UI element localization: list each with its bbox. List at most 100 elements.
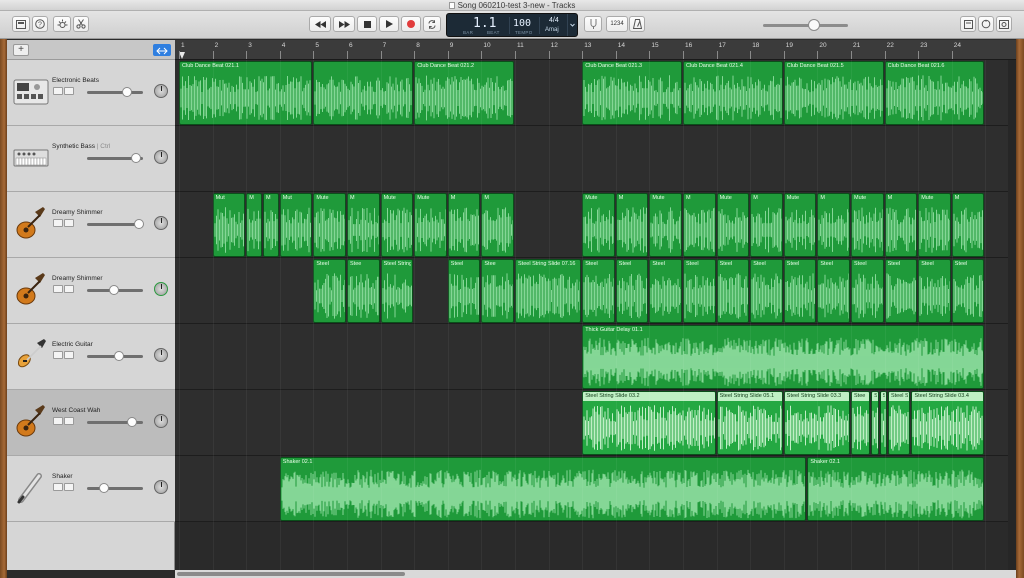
audio-region[interactable]: Steel	[750, 259, 783, 323]
audio-region[interactable]: Mute	[313, 193, 346, 257]
audio-region[interactable]: Steel	[313, 259, 346, 323]
pan-knob[interactable]	[154, 348, 168, 362]
pan-knob[interactable]	[154, 84, 168, 98]
track-volume-knob[interactable]	[122, 87, 133, 97]
track-volume-knob[interactable]	[108, 285, 119, 295]
mute-button[interactable]	[53, 483, 63, 491]
audio-region[interactable]: Mute	[649, 193, 682, 257]
audio-region[interactable]: M	[884, 193, 918, 257]
pan-knob[interactable]	[154, 216, 168, 230]
track-header-dreamy-shimmer-2[interactable]: Dreamy Shimmer	[7, 258, 175, 324]
master-volume-knob[interactable]	[808, 19, 820, 31]
audio-region[interactable]: Club Dance Beat 021.6	[884, 61, 985, 125]
headphones-solo-button[interactable]	[64, 483, 74, 491]
audio-region[interactable]: M	[817, 193, 850, 257]
audio-region[interactable]: Steel	[783, 259, 817, 323]
track-header-electric-guitar[interactable]: Electric Guitar	[7, 324, 175, 390]
audio-region[interactable]: Steel	[683, 259, 716, 323]
audio-region[interactable]: Steel	[884, 259, 918, 323]
horizontal-scrollbar[interactable]	[175, 570, 1016, 578]
audio-region[interactable]: M	[750, 193, 783, 257]
audio-region[interactable]: M	[347, 193, 380, 257]
headphones-solo-button[interactable]	[64, 351, 74, 359]
timeline-ruler[interactable]: 1 2 3 4 5 6 7 8 9 10 11 12 13 14 15 16 17 18 19 20 21 22 23 24	[175, 40, 1016, 60]
rewind-button[interactable]	[309, 16, 331, 32]
audio-region[interactable]: Mute	[582, 193, 615, 257]
audio-region[interactable]: Steel	[615, 259, 649, 323]
track-volume-knob[interactable]	[114, 351, 125, 361]
help-button[interactable]: ?	[32, 16, 48, 32]
audio-region[interactable]: Club Dance Beat 021.2	[414, 61, 514, 125]
track-volume-knob[interactable]	[131, 153, 142, 163]
pan-knob[interactable]	[154, 414, 168, 428]
pan-knob[interactable]	[154, 282, 168, 296]
audio-region[interactable]: Mute	[414, 193, 447, 257]
audio-region[interactable]: Club Dance Beat 021.3	[582, 61, 682, 125]
headphones-solo-button[interactable]	[64, 285, 74, 293]
audio-region[interactable]: S	[871, 391, 879, 455]
tracks-area[interactable]: 1 2 3 4 5 6 7 8 9 10 11 12 13 14 15 16 17 18 19 20 21 22 23 24 …	[175, 40, 1016, 570]
audio-region[interactable]: Steel	[851, 259, 884, 323]
vertical-scroll-track[interactable]	[1008, 60, 1016, 570]
pan-knob[interactable]	[154, 150, 168, 164]
track-header-electronic-beats[interactable]: Electronic Beats	[7, 60, 175, 126]
audio-region[interactable]: Mute	[716, 193, 750, 257]
audio-region[interactable]: M	[615, 193, 649, 257]
track-volume-knob[interactable]	[133, 219, 144, 229]
fast-forward-button[interactable]	[333, 16, 355, 32]
audio-region[interactable]: M	[951, 193, 985, 257]
headphones-solo-button[interactable]	[64, 219, 74, 227]
stop-button[interactable]	[357, 16, 377, 32]
audio-region[interactable]: Steel	[649, 259, 682, 323]
audio-region[interactable]: Steel	[951, 259, 985, 323]
audio-region[interactable]: Steel String Slide 03.4	[911, 391, 985, 455]
audio-region[interactable]: Stee	[851, 391, 871, 455]
audio-region[interactable]: S	[879, 391, 887, 455]
audio-region[interactable]: M	[683, 193, 716, 257]
audio-region[interactable]: Mut	[212, 193, 246, 257]
mute-button[interactable]	[53, 219, 63, 227]
headphones-solo-button[interactable]	[64, 417, 74, 425]
smart-filter-button[interactable]	[153, 44, 171, 56]
headphones-solo-button[interactable]	[64, 87, 74, 95]
audio-region[interactable]: Mute	[380, 193, 414, 257]
track-lane[interactable]	[175, 126, 1016, 192]
track-volume-slider[interactable]	[87, 487, 143, 490]
audio-region[interactable]: Steel St	[887, 391, 911, 455]
audio-region[interactable]: M	[246, 193, 262, 257]
metronome-button[interactable]	[629, 16, 645, 32]
pan-knob[interactable]	[154, 480, 168, 494]
mute-button[interactable]	[53, 351, 63, 359]
audio-region[interactable]: M	[481, 193, 514, 257]
audio-region[interactable]	[313, 61, 414, 125]
tuner-button[interactable]	[584, 16, 602, 32]
mute-button[interactable]	[53, 87, 63, 95]
audio-region[interactable]: M	[447, 193, 481, 257]
play-button[interactable]	[379, 16, 399, 32]
record-button[interactable]	[401, 16, 421, 32]
track-volume-knob[interactable]	[98, 483, 109, 493]
loop-browser-button[interactable]	[978, 16, 994, 32]
mute-button[interactable]	[53, 417, 63, 425]
audio-region[interactable]: Steel	[918, 259, 951, 323]
track-volume-slider[interactable]	[87, 91, 143, 94]
lcd-dropdown[interactable]	[567, 14, 577, 36]
mute-button[interactable]	[53, 285, 63, 293]
track-volume-knob[interactable]	[126, 417, 137, 427]
editors-button[interactable]	[73, 16, 89, 32]
scroll-thumb[interactable]	[177, 572, 405, 576]
audio-region[interactable]: Shaker 02.1	[279, 457, 807, 521]
media-browser-button[interactable]	[996, 16, 1012, 32]
add-track-button[interactable]: +	[13, 44, 29, 56]
master-volume-slider[interactable]	[763, 24, 848, 27]
audio-region[interactable]: Steel	[582, 259, 615, 323]
smart-controls-button[interactable]	[53, 16, 71, 32]
audio-region[interactable]: Mute	[918, 193, 951, 257]
track-header-synthetic-bass[interactable]: Synthetic Bass | Ctrl	[7, 126, 175, 192]
audio-region[interactable]: Club Dance Beat 021.5	[783, 61, 884, 125]
audio-region[interactable]: Stee	[481, 259, 514, 323]
track-header-dreamy-shimmer-1[interactable]: Dreamy Shimmer	[7, 192, 175, 258]
audio-region[interactable]: Shaker 02.1	[807, 457, 985, 521]
library-button[interactable]	[12, 16, 30, 32]
audio-region[interactable]: Mute	[851, 193, 884, 257]
